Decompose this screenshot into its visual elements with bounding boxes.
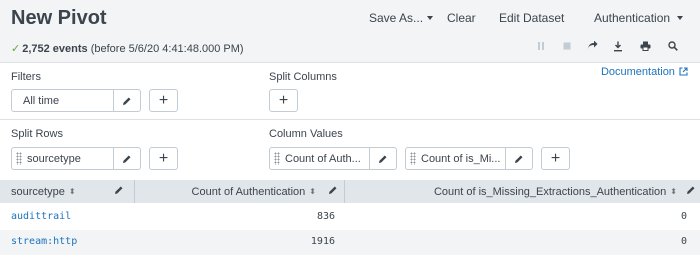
print-icon[interactable] [640,41,654,53]
count-authentication-cell[interactable]: 836 [317,211,335,222]
check-icon: ✓ [11,43,21,55]
split-columns-label: Split Columns [269,71,337,83]
page-title: New Pivot [11,7,107,29]
divider [0,62,700,63]
pencil-icon[interactable] [505,148,532,169]
column-value-pill-label: Count of Auth... [285,152,361,165]
documentation-link[interactable]: Documentation [601,66,688,78]
count-missing-extractions-cell[interactable]: 0 [681,211,687,222]
pencil-icon[interactable] [328,185,338,198]
event-count: 2,752 events [22,43,88,55]
column-header-count-authentication[interactable]: Count of Authentication ⬍ [135,180,344,203]
count-authentication-cell[interactable]: 1916 [311,236,335,247]
pencil-icon[interactable] [113,148,140,169]
split-row-pill[interactable]: sourcetype [11,147,141,170]
pause-icon[interactable] [536,41,550,53]
split-rows-label: Split Rows [11,128,63,140]
external-link-icon [679,67,688,76]
export-icon[interactable] [613,41,627,53]
pencil-icon[interactable] [369,148,396,169]
table-row: audittrail 836 0 [0,205,700,230]
divider [0,119,700,120]
pencil-icon[interactable] [686,185,696,198]
column-header-count-missing-extractions[interactable]: Count of is_Missing_Extractions_Authenti… [345,180,700,203]
count-missing-extractions-cell[interactable]: 0 [681,236,687,247]
column-value-pill[interactable]: Count of is_Mi... [405,147,533,170]
chevron-down-icon [677,16,684,20]
sort-icon[interactable]: ⬍ [69,187,76,196]
column-header-label: Count of is_Missing_Extractions_Authenti… [433,185,667,198]
table-row: stream:http 1916 0 [0,230,700,255]
column-value-pill[interactable]: Count of Auth... [269,147,397,170]
documentation-label: Documentation [600,66,675,78]
add-split-row-button[interactable]: + [149,147,178,170]
inspect-icon[interactable] [668,41,682,53]
sourcetype-cell[interactable]: stream:http [11,236,77,247]
pencil-icon[interactable] [113,90,140,111]
add-column-value-button[interactable]: + [541,147,570,170]
save-as-menu[interactable]: Save As... [369,11,434,25]
sort-icon[interactable]: ⬍ [670,187,677,196]
chevron-down-icon [427,16,434,20]
stop-icon[interactable] [562,41,576,53]
clear-button[interactable]: Clear [447,11,476,25]
sourcetype-cell[interactable]: audittrail [11,211,71,222]
edit-dataset-button[interactable]: Edit Dataset [499,11,564,25]
add-filter-button[interactable]: + [149,89,178,112]
filter-pill[interactable]: All time [11,89,141,112]
filter-pill-label: All time [23,94,60,107]
sort-icon[interactable]: ⬍ [309,187,316,196]
save-as-label: Save As... [369,11,424,25]
dataset-menu-label: Authentication [594,11,671,25]
pencil-icon[interactable] [114,185,124,198]
column-header-label: Count of Authentication [191,185,306,198]
split-row-pill-label: sourcetype [27,152,81,165]
column-header-sourcetype[interactable]: sourcetype ⬍ [0,180,134,203]
dataset-menu[interactable]: Authentication [594,11,684,25]
column-values-label: Column Values [269,128,343,140]
share-icon[interactable] [587,41,601,53]
column-header-label: sourcetype [11,185,65,198]
filters-label: Filters [11,71,41,83]
column-value-pill-label: Count of is_Mi... [421,152,501,165]
add-split-column-button[interactable]: + [269,89,298,112]
job-status: ✓ 2,752 events (before 5/6/20 4:41:48.000… [11,42,244,55]
job-time: (before 5/6/20 4:41:48.000 PM) [90,43,244,55]
